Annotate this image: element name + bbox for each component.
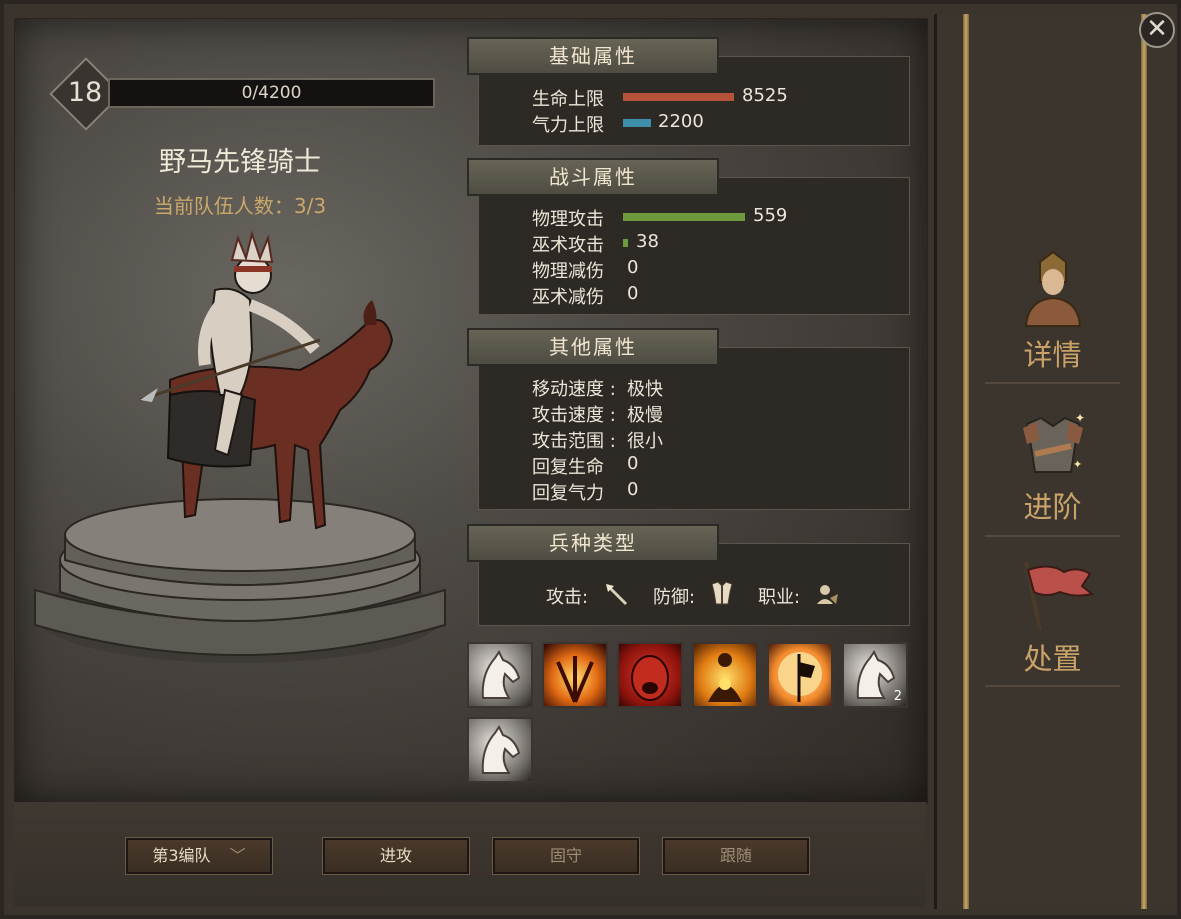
skill-slot[interactable]: [617, 642, 683, 708]
team-count: 当前队伍人数：3/3: [153, 194, 327, 218]
stat-label: 回复气力: [532, 483, 604, 504]
spear-icon[interactable]: [604, 582, 630, 608]
basic-attributes-title: 基础属性: [467, 37, 719, 75]
combat-attributes-title: 战斗属性: [467, 158, 719, 196]
stat-value: 极慢: [627, 405, 663, 426]
skill-slot[interactable]: 2: [842, 642, 908, 708]
red-flag-icon: [1023, 561, 1094, 631]
stat-value: 38: [636, 231, 659, 252]
armor-icon[interactable]: [708, 580, 736, 608]
stat-label: 巫术减伤: [532, 287, 604, 308]
rail-decoration: [963, 14, 969, 909]
chevron-down-icon: ﹀: [229, 846, 246, 865]
skill-stack-count: 2: [893, 689, 902, 704]
golden-warrior-icon: [708, 653, 742, 702]
armor-upgrade-icon: ✦ ✦: [1022, 411, 1085, 473]
stat-label: 气力上限: [532, 115, 604, 136]
formation-dropdown[interactable]: 第3编队 ﹀: [125, 837, 273, 875]
stat-value: 2200: [658, 111, 704, 132]
nav-details-label: 详情: [1023, 338, 1082, 372]
nav-divider: [985, 535, 1120, 537]
nav-dispose[interactable]: 处置: [970, 558, 1135, 678]
formation-label: 第3编队: [152, 846, 211, 865]
skill-slot[interactable]: [467, 642, 533, 708]
stat-value: 0: [627, 479, 639, 500]
defense-type-label: 防御:: [653, 587, 696, 608]
physical-attack-bar: [623, 213, 745, 221]
follow-command-button[interactable]: 跟随: [662, 837, 810, 875]
skill-slot[interactable]: [692, 642, 758, 708]
svg-text:✦: ✦: [1073, 458, 1082, 471]
unit-model: [34, 230, 446, 663]
class-type-label: 职业:: [758, 587, 801, 608]
close-icon: ✕: [1146, 14, 1168, 44]
rider-class-icon[interactable]: [814, 582, 840, 608]
stat-label: 巫术攻击: [532, 235, 604, 256]
skill-slot[interactable]: [542, 642, 608, 708]
stat-value: 559: [753, 205, 788, 226]
stat-value: 8525: [742, 85, 788, 106]
shouting-face-icon: [631, 655, 669, 701]
magic-attack-bar: [623, 239, 628, 247]
unit-type-title: 兵种类型: [467, 524, 719, 562]
stat-label: 物理攻击: [532, 209, 604, 230]
horse-head-icon: [481, 725, 521, 774]
fire-spears-icon: [556, 656, 594, 703]
close-button[interactable]: ✕: [1139, 12, 1175, 48]
other-attributes-title: 其他属性: [467, 328, 719, 366]
stat-label: 生命上限: [532, 89, 604, 110]
skill-slot[interactable]: [767, 642, 833, 708]
skill-slot[interactable]: [467, 717, 533, 783]
hp-bar: [623, 93, 734, 101]
stat-value: 0: [627, 453, 639, 474]
horse-head-icon: [481, 650, 521, 699]
svg-text:✦: ✦: [1075, 411, 1085, 425]
attack-command-button[interactable]: 进攻: [322, 837, 470, 875]
stat-label: 物理减伤: [532, 261, 604, 282]
nav-divider: [985, 685, 1120, 687]
stat-value: 很小: [627, 431, 663, 452]
nav-advance-label: 进阶: [1023, 490, 1082, 524]
stat-label: 攻击速度 :: [532, 405, 616, 426]
hold-command-button[interactable]: 固守: [492, 837, 640, 875]
nav-advance[interactable]: ✦ ✦ 进阶: [970, 410, 1135, 526]
nav-divider: [985, 382, 1120, 384]
mp-bar: [623, 119, 651, 127]
attack-type-label: 攻击:: [546, 587, 589, 608]
banner-icon: [778, 652, 822, 702]
nav-dispose-label: 处置: [1023, 642, 1082, 676]
rail-decoration: [1141, 14, 1147, 909]
soldier-portrait-icon: [1024, 250, 1081, 327]
stat-value: 0: [627, 283, 639, 304]
unit-name: 野马先锋骑士: [159, 147, 321, 178]
stat-label: 回复生命: [532, 457, 604, 478]
nav-details[interactable]: 详情: [970, 248, 1135, 374]
experience-bar: 0/4200: [108, 78, 435, 108]
stat-value: 0: [627, 257, 639, 278]
stat-value: 极快: [627, 379, 663, 400]
stat-label: 移动速度 :: [532, 379, 616, 400]
stat-label: 攻击范围 :: [532, 431, 616, 452]
